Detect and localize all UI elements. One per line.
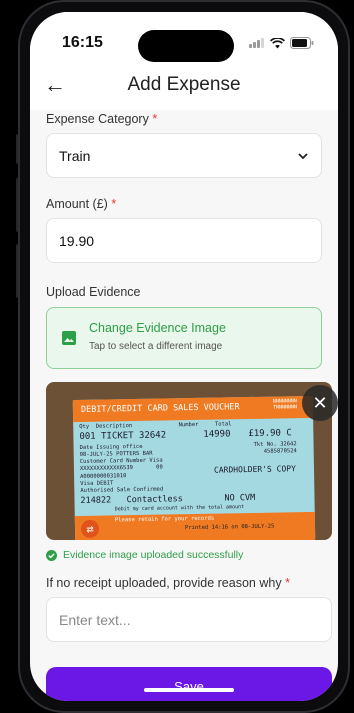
ticket-line1-number: 14990 [203, 429, 231, 440]
ticket-tkt-no2: 4585870524 [263, 448, 297, 455]
status-time: 16:15 [62, 34, 103, 51]
upload-title: Change Evidence Image [89, 321, 226, 335]
home-indicator [144, 688, 234, 692]
amount-label: Amount (£) * [46, 197, 322, 211]
category-select[interactable]: Train [46, 133, 322, 178]
upload-success-text: Evidence image uploaded successfully [63, 549, 244, 561]
amount-input[interactable]: 19.90 [46, 218, 322, 263]
amount-label-text: Amount (£) [46, 197, 108, 211]
phone-frame: 16:15 ← Add Expense Expense Category * T… [18, 0, 350, 713]
ticket-date-row: Date Issuing office [79, 443, 143, 451]
reason-label: If no receipt uploaded, provide reason w… [46, 576, 290, 590]
category-value: Train [59, 147, 91, 164]
remove-image-button[interactable]: ✕ [302, 385, 338, 421]
nav-header: ← Add Expense [30, 62, 338, 110]
save-button[interactable]: Save [46, 667, 332, 701]
reason-placeholder: Enter text... [59, 611, 131, 628]
ticket-visa: Visa DEBIT [80, 480, 114, 487]
amount-value: 19.90 [59, 232, 95, 249]
required-marker: * [152, 112, 158, 126]
ticket-photo: DEBIT/CREDIT CARD SALES VOUCHER NNNNNNNN… [72, 395, 316, 540]
upload-subtitle: Tap to select a different image [89, 341, 223, 352]
upload-success-message: Evidence image uploaded successfully [46, 549, 243, 561]
expense-form: Expense Category * Train Amount (£) * 19… [46, 110, 322, 369]
dynamic-island [138, 30, 234, 62]
ticket-cols: Qty Description Number Total [79, 421, 232, 430]
ticket-tkt-no: Tkt No. 32642 [253, 441, 297, 448]
status-icons [249, 37, 314, 49]
change-evidence-button[interactable]: Change Evidence Image Tap to select a di… [46, 307, 322, 369]
chevron-down-icon [298, 152, 308, 159]
ticket-card-number: XXXXXXXXXXXX6539 00 [79, 464, 163, 472]
check-circle-icon [46, 549, 57, 561]
ticket-ref: NNNNNNNN TNNNNNNN [272, 398, 298, 411]
category-label: Expense Category * [46, 112, 322, 126]
app-screen: 16:15 ← Add Expense Expense Category * T… [30, 12, 338, 701]
ticket-date-value: 08-JULY-25 POTTERS BAR [79, 450, 153, 458]
battery-icon [290, 37, 314, 49]
reason-input[interactable]: Enter text... [46, 597, 332, 642]
ticket-debit: Debit my card account with the total amo… [114, 504, 245, 513]
ticket-copy: CARDHOLDER'S COPY [213, 464, 296, 475]
upload-label: Upload Evidence [46, 285, 141, 299]
ticket-cvm: NO CVM [224, 492, 256, 504]
ticket-auth-code: 214822 Contactless [80, 494, 183, 506]
category-label-text: Expense Category [46, 112, 149, 126]
reason-label-text: If no receipt uploaded, provide reason w… [46, 576, 282, 590]
status-bar: 16:15 [30, 12, 338, 62]
required-marker: * [285, 576, 290, 590]
close-icon: ✕ [312, 393, 328, 413]
image-icon [62, 331, 76, 345]
wifi-icon [270, 37, 285, 48]
ticket-auth: Authorised Sale Confirmed [80, 486, 164, 494]
required-marker: * [111, 197, 117, 211]
evidence-image: DEBIT/CREDIT CARD SALES VOUCHER NNNNNNNN… [46, 382, 332, 540]
page-title: Add Expense [127, 74, 241, 95]
signal-icon [249, 38, 265, 48]
ticket-aid: A0000000031010 [80, 473, 127, 480]
ticket-line1-total: £19.90 C [248, 428, 292, 440]
ticket-line1: 001 TICKET 32642 [79, 430, 167, 442]
